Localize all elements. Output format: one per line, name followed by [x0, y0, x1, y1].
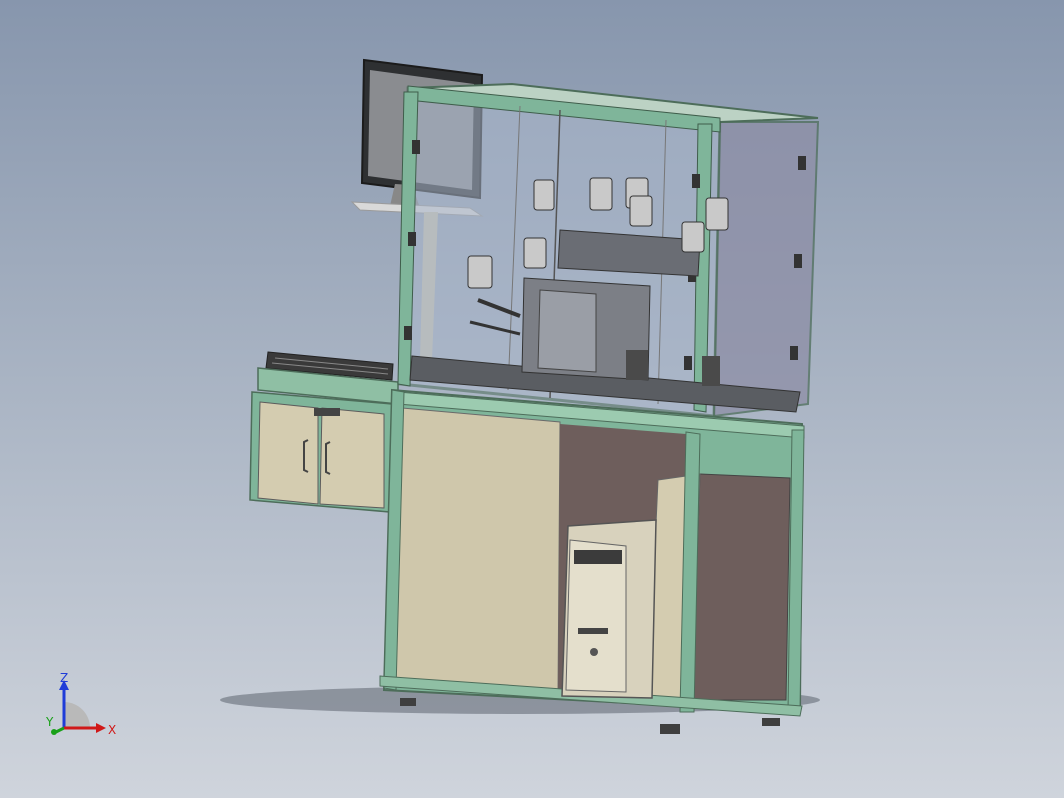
- orientation-triad[interactable]: Z X Y: [40, 672, 120, 742]
- triad-plane-icon: [64, 702, 90, 728]
- side-cabinet[interactable]: [249, 367, 399, 513]
- y-axis-label: Y: [45, 715, 54, 729]
- x-axis-label: X: [108, 723, 116, 737]
- machine-model[interactable]: [0, 0, 1064, 798]
- y-arrow-icon: [51, 729, 57, 735]
- z-axis-label: Z: [60, 672, 68, 685]
- pc-tower[interactable]: [561, 519, 657, 699]
- y-axis-icon: [55, 726, 65, 734]
- cad-viewport[interactable]: Z X Y: [0, 0, 1064, 798]
- x-arrow-icon: [96, 723, 106, 733]
